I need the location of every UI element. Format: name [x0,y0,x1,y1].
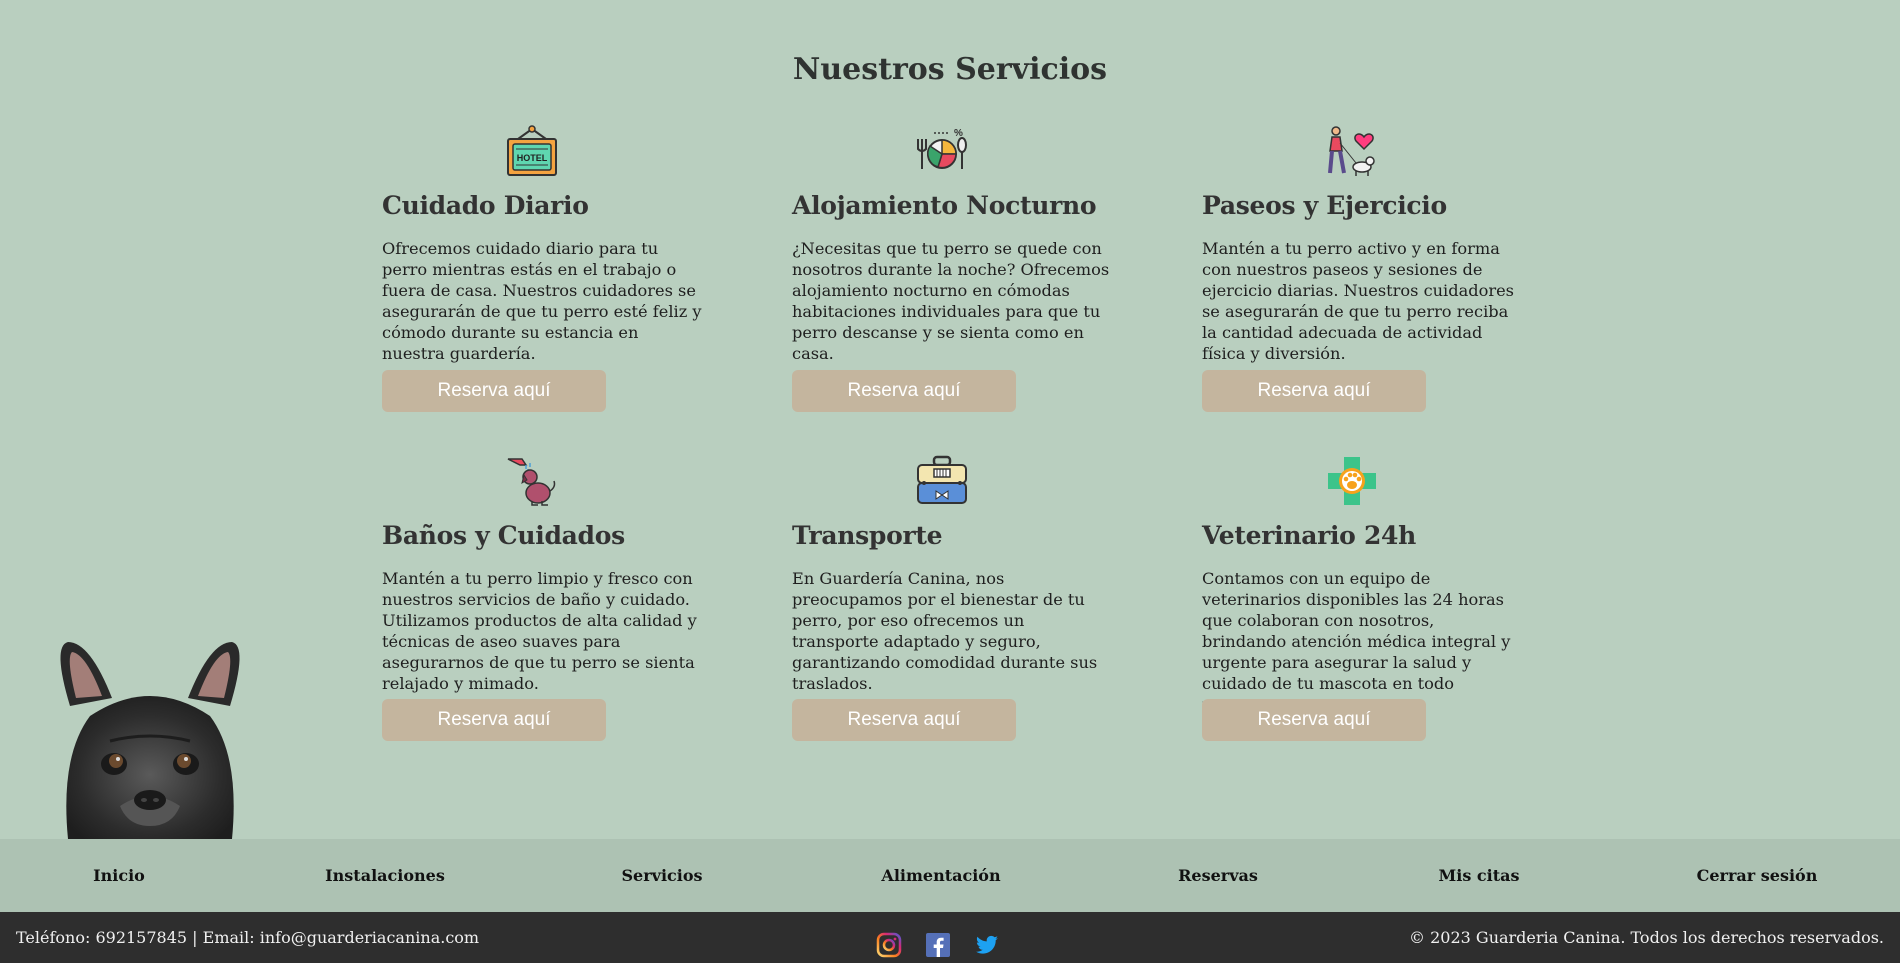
page-title: Nuestros Servicios [792,52,1108,87]
service-card-alojamiento-nocturno: % Alojamiento Nocturno ¿Necesitas que tu… [792,123,1122,413]
dog-bath-icon [452,453,612,509]
service-description: Contamos con un equipo de veterinarios d… [1202,569,1511,714]
reserve-button[interactable]: Reserva aquí [382,370,606,412]
dog-walk-icon [1272,123,1432,179]
french-bulldog-image [50,636,250,839]
reserve-button[interactable]: Reserva aquí [792,370,1016,412]
service-description: ¿Necesitas que tu perro se quede con nos… [792,239,1110,363]
svg-text:%: % [954,128,963,139]
service-description: Mantén a tu perro limpio y fresco con nu… [382,569,697,693]
service-description: Ofrecemos cuidado diario para tu perro m… [382,239,702,363]
facebook-icon[interactable] [925,932,951,958]
reserve-button[interactable]: Reserva aquí [1202,370,1426,412]
service-card-veterinario-24h: Veterinario 24h Contamos con un equipo d… [1202,453,1532,743]
service-title: Cuidado Diario [382,191,589,220]
service-card-paseos-ejercicio: Paseos y Ejercicio Mantén a tu perro act… [1202,123,1532,413]
footer-copyright: © 2023 Guarderia Canina. Todos los derec… [1409,928,1884,947]
reserve-button[interactable]: Reserva aquí [382,699,606,741]
hotel-sign-icon: HOTEL [452,123,612,179]
service-description: Mantén a tu perro activo y en forma con … [1202,239,1514,363]
service-card-cuidado-diario: HOTEL Cuidado Diario Ofrecemos cuidado d… [382,123,712,413]
pet-carrier-icon [862,453,1022,509]
nav-alimentacion[interactable]: Alimentación [881,839,1000,912]
nav-servicios[interactable]: Servicios [621,839,702,912]
nav-mis-citas[interactable]: Mis citas [1439,839,1520,912]
social-links [876,932,1000,958]
vet-cross-paw-icon [1272,453,1432,509]
twitter-icon[interactable] [974,932,1000,958]
nav-cerrar-sesion[interactable]: Cerrar sesión [1697,839,1818,912]
service-title: Transporte [792,521,943,550]
nav-inicio[interactable]: Inicio [93,839,145,912]
service-card-transporte: Transporte En Guardería Canina, nos preo… [792,453,1122,743]
nav-reservas[interactable]: Reservas [1178,839,1258,912]
service-title: Veterinario 24h [1202,521,1417,550]
service-card-banos-cuidados: Baños y Cuidados Mantén a tu perro limpi… [382,453,712,743]
nav-instalaciones[interactable]: Instalaciones [325,839,445,912]
service-title: Baños y Cuidados [382,521,625,550]
reserve-button[interactable]: Reserva aquí [792,699,1016,741]
food-bowl-icon: % [862,123,1022,179]
instagram-icon[interactable] [876,932,902,958]
service-title: Alojamiento Nocturno [792,191,1097,220]
service-description: En Guardería Canina, nos preocupamos por… [792,569,1098,693]
footer: Teléfono: 692157845 | Email: info@guarde… [0,912,1900,963]
service-title: Paseos y Ejercicio [1202,191,1447,220]
svg-text:HOTEL: HOTEL [517,153,548,163]
bottom-navigation: Inicio Instalaciones Servicios Alimentac… [0,839,1900,912]
reserve-button[interactable]: Reserva aquí [1202,699,1426,741]
footer-contact: Teléfono: 692157845 | Email: info@guarde… [16,928,480,947]
